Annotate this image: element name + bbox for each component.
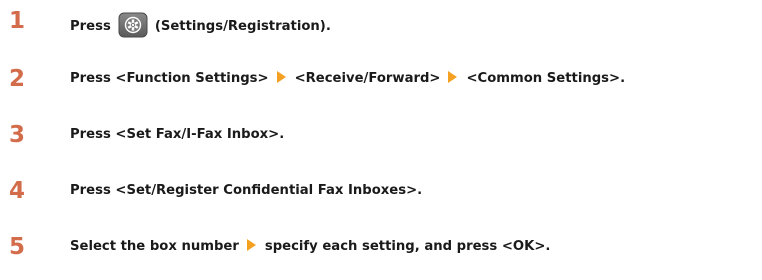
step-text-part-2: <Receive/Forward>	[294, 71, 441, 86]
step-3: 3 Press <Set Fax/I-Fax Inbox>.	[0, 117, 762, 157]
step-number: 1	[9, 8, 26, 34]
step-text-after-icon: (Settings/Registration).	[154, 19, 331, 34]
settings-registration-icon	[118, 12, 148, 38]
step-text-part-3: <Common Settings>.	[466, 71, 626, 86]
step-text: Press (Settings/Registration).	[70, 12, 331, 38]
step-text: Press <Set Fax/I-Fax Inbox>.	[70, 126, 284, 144]
step-number: 3	[9, 122, 26, 148]
procedure-steps: 1 Press (Settings/Registration). 2 Press…	[0, 0, 762, 280]
arrow-right-icon	[276, 71, 286, 83]
step-text-press: Press	[70, 19, 111, 34]
arrow-right-icon	[448, 71, 458, 83]
step-number: 4	[9, 178, 26, 204]
step-text-content: Press <Set/Register Confidential Fax Inb…	[70, 183, 423, 198]
step-1: 1 Press (Settings/Registration).	[0, 3, 762, 43]
step-4: 4 Press <Set/Register Confidential Fax I…	[0, 173, 762, 213]
step-text-part-1: Select the box number	[70, 239, 239, 254]
step-text-content: Press <Set Fax/I-Fax Inbox>.	[70, 127, 285, 142]
step-text: Select the box number specify each settin…	[70, 238, 550, 256]
step-number: 5	[9, 234, 26, 260]
step-text: Press <Set/Register Confidential Fax Inb…	[70, 182, 422, 200]
step-text-part-2: specify each setting, and press <OK>.	[264, 239, 551, 254]
step-2: 2 Press <Function Settings> <Receive/Forw…	[0, 61, 762, 101]
step-text-part-1: Press <Function Settings>	[70, 71, 269, 86]
step-text: Press <Function Settings> <Receive/Forwar…	[70, 70, 625, 88]
arrow-right-icon	[246, 239, 256, 251]
step-5: 5 Select the box number specify each sett…	[0, 229, 762, 269]
step-number: 2	[9, 66, 26, 92]
